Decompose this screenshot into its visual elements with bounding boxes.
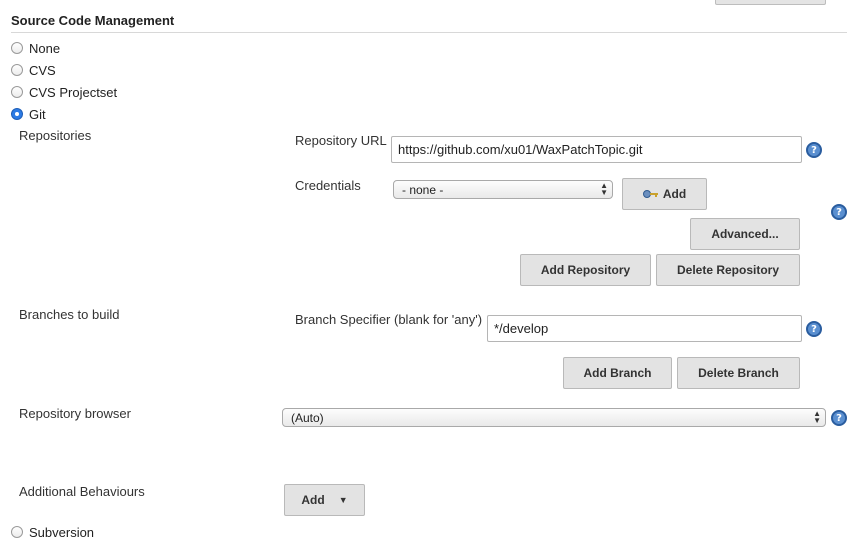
additional-behaviours-label: Additional Behaviours (19, 484, 145, 499)
repository-browser-value: (Auto) (291, 410, 324, 425)
radio-button-checked[interactable] (11, 108, 23, 120)
advanced-button[interactable]: Advanced... (690, 218, 800, 250)
credentials-label: Credentials (295, 178, 361, 193)
radio-label: None (29, 40, 61, 56)
top-button-stub[interactable] (715, 0, 826, 5)
credentials-value: - none - (402, 182, 444, 197)
section-divider (11, 32, 847, 33)
help-icon[interactable]: ? (806, 321, 822, 337)
delete-repository-button[interactable]: Delete Repository (656, 254, 800, 286)
section-title: Source Code Management (11, 13, 175, 28)
radio-option-cvs-projectset[interactable]: CVS Projectset (11, 83, 117, 101)
branches-label: Branches to build (19, 307, 120, 322)
radio-label: CVS (29, 62, 56, 78)
repository-browser-select[interactable]: (Auto) ▲ ▼ (282, 408, 826, 427)
radio-option-none[interactable]: None (11, 39, 60, 57)
radio-label: Subversion (29, 524, 95, 540)
credentials-select[interactable]: - none - ▲ ▼ (393, 180, 613, 199)
add-behaviour-label: Add (301, 493, 325, 507)
repository-url-label: Repository URL (295, 133, 387, 148)
radio-label: CVS Projectset (29, 84, 118, 100)
caret-down-icon: ▼ (338, 495, 348, 505)
radio-option-subversion[interactable]: Subversion (11, 523, 94, 541)
radio-button[interactable] (11, 64, 23, 76)
help-icon[interactable]: ? (806, 142, 822, 158)
help-icon[interactable]: ? (831, 204, 847, 220)
add-repository-button[interactable]: Add Repository (520, 254, 651, 286)
repository-browser-label: Repository browser (19, 406, 131, 421)
repository-url-input[interactable]: https://github.com/xu01/WaxPatchTopic.gi… (391, 136, 802, 163)
radio-option-cvs[interactable]: CVS (11, 61, 56, 79)
add-credentials-label: Add (662, 187, 687, 201)
radio-label: Git (29, 106, 46, 122)
add-branch-button[interactable]: Add Branch (563, 357, 672, 389)
select-arrows-icon: ▲ ▼ (600, 181, 608, 197)
radio-button[interactable] (11, 42, 23, 54)
radio-button[interactable] (11, 526, 23, 538)
repositories-label: Repositories (19, 128, 92, 143)
radio-option-git[interactable]: Git (11, 105, 46, 123)
branch-specifier-label: Branch Specifier (blank for 'any') (295, 312, 483, 327)
add-behaviour-button[interactable]: Add ▼ (284, 484, 365, 516)
help-icon[interactable]: ? (831, 410, 847, 426)
add-credentials-button[interactable]: Add (622, 178, 707, 210)
select-arrows-icon: ▲ ▼ (813, 409, 821, 425)
branch-specifier-input[interactable]: */develop (487, 315, 802, 342)
delete-branch-button[interactable]: Delete Branch (677, 357, 800, 389)
key-icon (642, 190, 658, 198)
radio-button[interactable] (11, 86, 23, 98)
